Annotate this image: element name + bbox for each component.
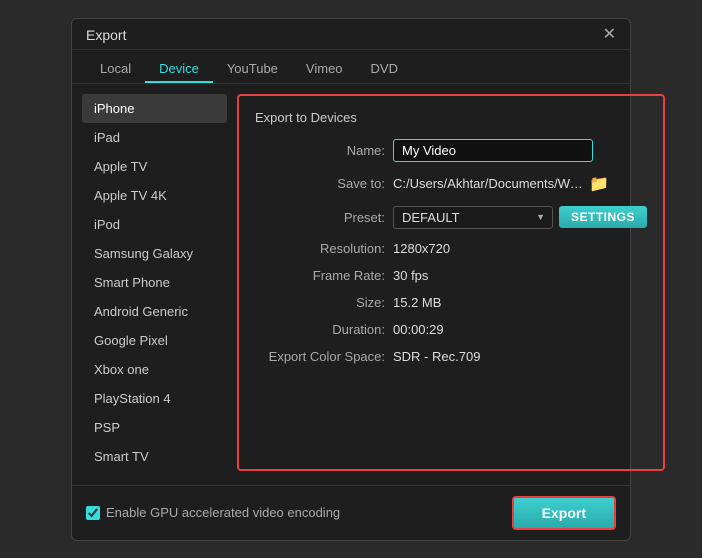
sidebar-item-appletv4k[interactable]: Apple TV 4K (82, 181, 227, 210)
gpu-checkbox[interactable] (86, 506, 100, 520)
export-dialog: Export ✕ Local Device YouTube Vimeo DVD … (71, 18, 631, 541)
sidebar-item-psp[interactable]: PSP (82, 413, 227, 442)
sidebar-item-iphone[interactable]: iPhone (82, 94, 227, 123)
title-bar: Export ✕ (72, 19, 630, 50)
main-content: Export to Devices Name: Save to: C:/User… (237, 94, 665, 471)
folder-button[interactable]: 📁 (589, 174, 609, 194)
sidebar-item-ps4[interactable]: PlayStation 4 (82, 384, 227, 413)
colorspace-label: Export Color Space: (255, 349, 385, 364)
preset-wrapper: DEFAULT Custom (393, 206, 553, 229)
tab-local[interactable]: Local (86, 56, 145, 83)
size-row: Size: 15.2 MB (255, 295, 647, 310)
framerate-label: Frame Rate: (255, 268, 385, 283)
sidebar-item-ipad[interactable]: iPad (82, 123, 227, 152)
gpu-label: Enable GPU accelerated video encoding (106, 505, 340, 520)
resolution-value: 1280x720 (393, 241, 450, 256)
dialog-title: Export (86, 27, 126, 43)
sidebar: iPhone iPad Apple TV Apple TV 4K iPod Sa… (82, 94, 227, 471)
name-row: Name: (255, 139, 647, 162)
duration-row: Duration: 00:00:29 (255, 322, 647, 337)
body: iPhone iPad Apple TV Apple TV 4K iPod Sa… (72, 84, 630, 481)
tab-youtube[interactable]: YouTube (213, 56, 292, 83)
footer: Enable GPU accelerated video encoding Ex… (72, 485, 630, 540)
export-button[interactable]: Export (512, 496, 616, 530)
preset-select[interactable]: DEFAULT Custom (393, 206, 553, 229)
tab-vimeo[interactable]: Vimeo (292, 56, 357, 83)
size-value: 15.2 MB (393, 295, 441, 310)
preset-label: Preset: (255, 210, 385, 225)
sidebar-item-smarttv[interactable]: Smart TV (82, 442, 227, 471)
sidebar-item-smartphone[interactable]: Smart Phone (82, 268, 227, 297)
gpu-row: Enable GPU accelerated video encoding (86, 505, 340, 520)
save-to-row: Save to: C:/Users/Akhtar/Documents/Wonde… (255, 174, 647, 194)
duration-value: 00:00:29 (393, 322, 444, 337)
close-button[interactable]: ✕ (603, 27, 616, 43)
framerate-row: Frame Rate: 30 fps (255, 268, 647, 283)
sidebar-item-xbox[interactable]: Xbox one (82, 355, 227, 384)
name-label: Name: (255, 143, 385, 158)
colorspace-row: Export Color Space: SDR - Rec.709 (255, 349, 647, 364)
tab-dvd[interactable]: DVD (357, 56, 412, 83)
sidebar-item-ipod[interactable]: iPod (82, 210, 227, 239)
sidebar-item-appletv[interactable]: Apple TV (82, 152, 227, 181)
section-title: Export to Devices (255, 110, 647, 125)
preset-content: DEFAULT Custom SETTINGS (393, 206, 647, 229)
name-input[interactable] (393, 139, 593, 162)
resolution-row: Resolution: 1280x720 (255, 241, 647, 256)
resolution-label: Resolution: (255, 241, 385, 256)
preset-row: Preset: DEFAULT Custom SETTINGS (255, 206, 647, 229)
sidebar-item-samsung[interactable]: Samsung Galaxy (82, 239, 227, 268)
framerate-value: 30 fps (393, 268, 428, 283)
sidebar-item-googlepixel[interactable]: Google Pixel (82, 326, 227, 355)
settings-button[interactable]: SETTINGS (559, 206, 647, 228)
size-label: Size: (255, 295, 385, 310)
sidebar-item-android[interactable]: Android Generic (82, 297, 227, 326)
tab-bar: Local Device YouTube Vimeo DVD (72, 50, 630, 84)
colorspace-value: SDR - Rec.709 (393, 349, 480, 364)
save-to-label: Save to: (255, 176, 385, 191)
tab-device[interactable]: Device (145, 56, 213, 83)
duration-label: Duration: (255, 322, 385, 337)
save-to-path: C:/Users/Akhtar/Documents/Wondershare (393, 176, 583, 191)
save-to-content: C:/Users/Akhtar/Documents/Wondershare 📁 (393, 174, 609, 194)
